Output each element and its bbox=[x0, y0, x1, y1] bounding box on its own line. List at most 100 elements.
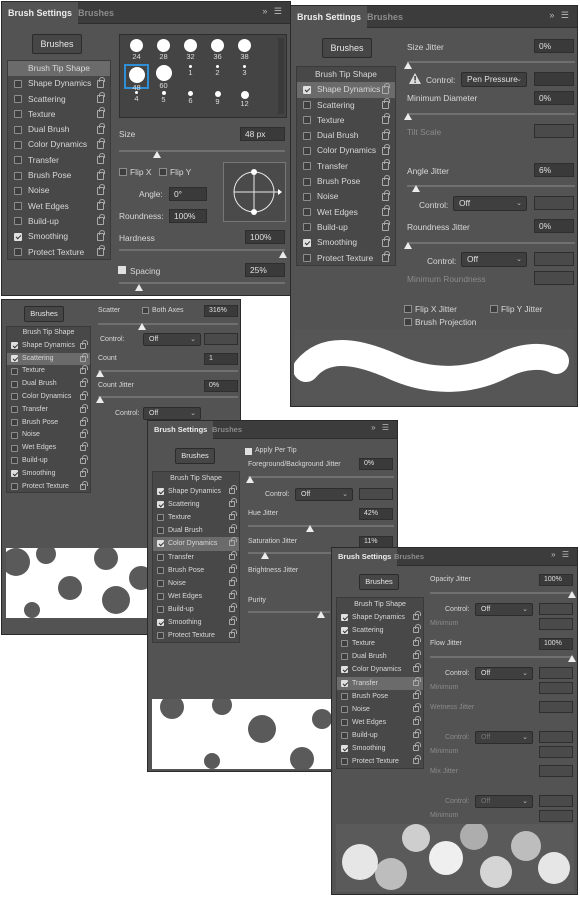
sidebar-item-smoothing[interactable]: Smoothing bbox=[153, 616, 239, 629]
checkbox[interactable] bbox=[341, 666, 348, 674]
sidebar-item-brush-tip-shape[interactable]: Brush Tip Shape bbox=[337, 598, 423, 611]
checkbox[interactable] bbox=[157, 514, 164, 522]
control-dropdown-off[interactable]: Off ⌄ bbox=[475, 731, 533, 744]
panel-menu-icon[interactable]: » ☰ bbox=[371, 423, 391, 432]
sidebar-item-build-up[interactable]: Build-up bbox=[8, 214, 110, 229]
mix-jitter-field[interactable] bbox=[539, 765, 573, 777]
lock-icon[interactable] bbox=[97, 229, 105, 241]
lock-icon[interactable] bbox=[413, 637, 421, 647]
checkbox[interactable] bbox=[341, 731, 348, 739]
lock-icon[interactable] bbox=[229, 602, 237, 612]
wetness-jitter-field[interactable] bbox=[539, 701, 573, 713]
lock-icon[interactable] bbox=[229, 498, 237, 508]
sidebar-item-dual-brush[interactable]: Dual Brush bbox=[153, 524, 239, 537]
sidebar-item-build-up[interactable]: Build-up bbox=[297, 220, 395, 235]
sidebar-item-texture[interactable]: Texture bbox=[7, 365, 90, 378]
tab-brushes[interactable]: Brushes bbox=[72, 2, 120, 24]
lock-icon[interactable] bbox=[413, 676, 421, 686]
lock-icon[interactable] bbox=[229, 563, 237, 573]
flow-jitter-slider[interactable] bbox=[430, 656, 573, 658]
checkbox[interactable] bbox=[341, 614, 348, 622]
lock-icon[interactable] bbox=[229, 550, 237, 560]
checkbox[interactable] bbox=[303, 223, 311, 232]
panel-menu-icon[interactable]: » ☰ bbox=[551, 550, 571, 559]
angle-roundness-widget[interactable] bbox=[223, 162, 286, 222]
sidebar-item-noise[interactable]: Noise bbox=[337, 702, 423, 716]
checkbox[interactable] bbox=[14, 79, 22, 88]
lock-icon[interactable] bbox=[413, 755, 421, 765]
lock-icon[interactable] bbox=[80, 480, 88, 490]
sidebar-item-smoothing[interactable]: Smoothing bbox=[337, 742, 423, 755]
brush-tip-38[interactable]: 38 bbox=[232, 38, 257, 63]
minimum-field[interactable] bbox=[539, 618, 573, 630]
panel-menu-icon[interactable]: » ☰ bbox=[549, 10, 571, 21]
tab-brush-settings[interactable]: Brush Settings bbox=[291, 6, 368, 28]
sidebar-item-dual-brush[interactable]: Dual Brush bbox=[8, 122, 110, 137]
sidebar-item-texture[interactable]: Texture bbox=[337, 637, 423, 650]
control-value-field[interactable] bbox=[539, 667, 573, 679]
lock-icon[interactable] bbox=[229, 589, 237, 599]
angle-jitter-knob[interactable] bbox=[412, 185, 420, 192]
sidebar-item-transfer[interactable]: Transfer bbox=[153, 550, 239, 564]
flip-y-jitter-checkbox[interactable] bbox=[490, 305, 498, 313]
minimum-diameter-field[interactable]: 0% bbox=[534, 91, 574, 105]
sidebar-item-brush-tip-shape[interactable]: Brush Tip Shape bbox=[297, 67, 395, 82]
lock-icon[interactable] bbox=[413, 702, 421, 712]
sidebar-item-scattering[interactable]: Scattering bbox=[7, 352, 90, 366]
checkbox[interactable] bbox=[157, 553, 164, 561]
sidebar-item-noise[interactable]: Noise bbox=[297, 189, 395, 204]
checkbox[interactable] bbox=[341, 718, 348, 726]
opacity-jitter-knob[interactable] bbox=[568, 591, 576, 598]
sidebar-item-brush-tip-shape[interactable]: Brush Tip Shape bbox=[8, 61, 110, 77]
checkbox[interactable] bbox=[157, 605, 164, 613]
checkbox[interactable] bbox=[11, 483, 18, 491]
minimum-field[interactable] bbox=[539, 746, 573, 758]
lock-icon[interactable] bbox=[80, 339, 88, 349]
sidebar-item-scattering[interactable]: Scattering bbox=[8, 92, 110, 107]
checkbox[interactable] bbox=[303, 131, 311, 140]
flow-jitter-knob[interactable] bbox=[568, 655, 576, 662]
tab-brush-settings[interactable]: Brush Settings bbox=[148, 421, 214, 439]
saturation-jitter-knob[interactable] bbox=[261, 552, 269, 559]
sidebar-item-build-up[interactable]: Build-up bbox=[337, 728, 423, 742]
sidebar-item-noise[interactable]: Noise bbox=[8, 183, 110, 198]
lock-icon[interactable] bbox=[80, 467, 88, 477]
tab-brushes[interactable]: Brushes bbox=[206, 421, 248, 439]
control-value-field[interactable] bbox=[539, 795, 573, 807]
lock-icon[interactable] bbox=[229, 537, 237, 547]
lock-icon[interactable] bbox=[80, 416, 88, 426]
flow-jitter-field[interactable]: 100% bbox=[539, 638, 573, 650]
apply-per-tip-checkbox[interactable] bbox=[245, 448, 252, 455]
lock-icon[interactable] bbox=[97, 214, 105, 226]
checkbox[interactable] bbox=[14, 186, 22, 195]
checkbox[interactable] bbox=[157, 501, 164, 509]
sidebar-item-protect-texture[interactable]: Protect Texture bbox=[8, 245, 110, 260]
sidebar-item-wet-edges[interactable]: Wet Edges bbox=[8, 199, 110, 214]
brush-tip-1[interactable]: 1 bbox=[178, 64, 203, 89]
size-slider[interactable] bbox=[119, 150, 285, 152]
lock-icon[interactable] bbox=[413, 663, 421, 673]
sidebar-item-brush-pose[interactable]: Brush Pose bbox=[337, 689, 423, 703]
checkbox[interactable] bbox=[341, 758, 348, 766]
sidebar-item-brush-pose[interactable]: Brush Pose bbox=[297, 174, 395, 189]
lock-icon[interactable] bbox=[80, 378, 88, 388]
fg-bg-jitter-slider[interactable] bbox=[248, 476, 394, 478]
lock-icon[interactable] bbox=[80, 442, 88, 452]
lock-icon[interactable] bbox=[382, 128, 390, 140]
checkbox[interactable] bbox=[14, 156, 22, 165]
brush-tip-28[interactable]: 28 bbox=[151, 38, 176, 63]
checkbox[interactable] bbox=[11, 431, 18, 439]
count-jitter-knob[interactable] bbox=[96, 396, 104, 403]
sidebar-item-color-dynamics[interactable]: Color Dynamics bbox=[8, 137, 110, 152]
brush-tip-32[interactable]: 32 bbox=[178, 38, 203, 63]
lock-icon[interactable] bbox=[97, 245, 105, 257]
brush-tip-24[interactable]: 24 bbox=[124, 38, 149, 63]
sidebar-item-wet-edges[interactable]: Wet Edges bbox=[7, 442, 90, 455]
control-dropdown-off[interactable]: Off ⌄ bbox=[143, 407, 201, 420]
lock-icon[interactable] bbox=[382, 251, 390, 263]
checkbox[interactable] bbox=[11, 470, 18, 478]
sidebar-item-build-up[interactable]: Build-up bbox=[153, 602, 239, 616]
roundness-jitter-slider[interactable] bbox=[407, 242, 575, 244]
lock-icon[interactable] bbox=[97, 199, 105, 211]
checkbox[interactable] bbox=[14, 125, 22, 134]
